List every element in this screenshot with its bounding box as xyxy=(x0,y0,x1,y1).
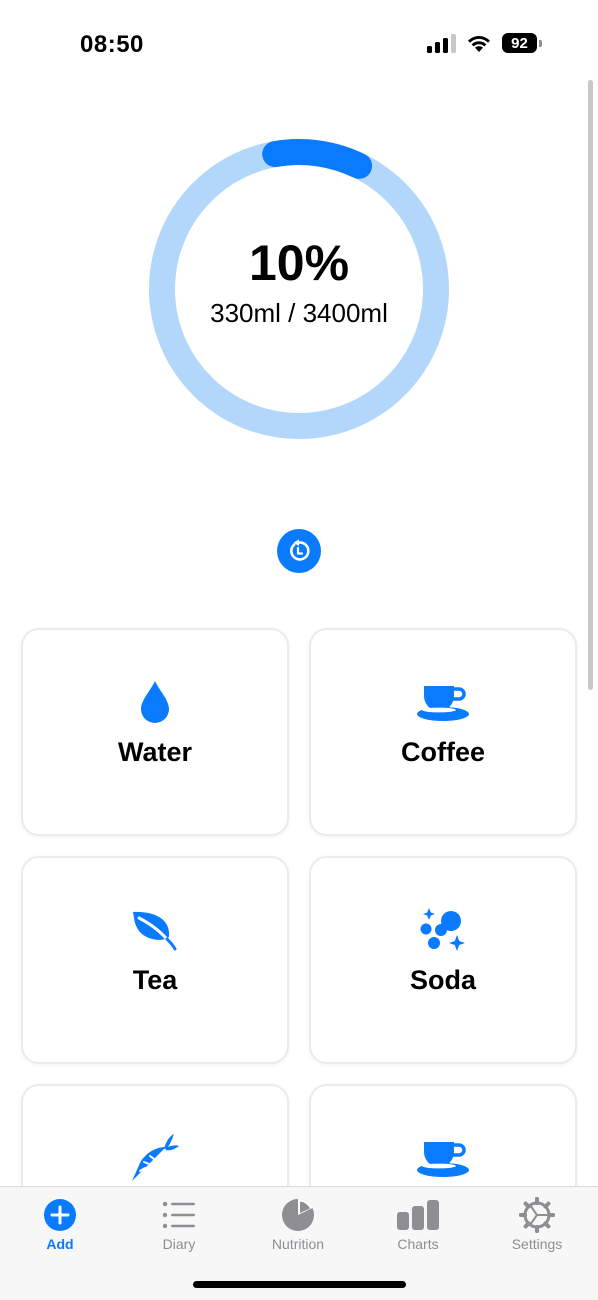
drink-card-soda[interactable]: Soda xyxy=(309,856,577,1064)
tab-label: Add xyxy=(46,1236,74,1252)
scrollbar[interactable] xyxy=(588,80,593,690)
cellular-signal-icon xyxy=(427,33,456,53)
drink-label: Water xyxy=(117,737,192,767)
drink-label: Soda xyxy=(409,965,476,995)
tab-label: Diary xyxy=(162,1236,196,1252)
drink-card-coffee[interactable]: Coffee xyxy=(309,628,577,836)
tab-nutrition[interactable]: Nutrition xyxy=(238,1197,358,1257)
water-drop-icon xyxy=(141,681,169,723)
coffee-cup-icon xyxy=(417,686,469,721)
list-icon xyxy=(162,1201,195,1229)
hydration-progress-ring: 10% 330ml / 3400ml xyxy=(148,138,450,440)
drink-label: Tea xyxy=(132,965,178,995)
tab-diary[interactable]: Diary xyxy=(119,1197,239,1257)
tab-charts[interactable]: Charts xyxy=(358,1197,478,1257)
wifi-icon xyxy=(468,36,490,52)
tab-label: Charts xyxy=(397,1236,439,1252)
status-bar: 08:50 92 xyxy=(0,0,598,90)
status-time: 08:50 xyxy=(80,31,144,58)
reset-arrow-icon xyxy=(290,539,310,561)
leaf-icon xyxy=(133,911,177,951)
drink-label: Coffee xyxy=(400,737,485,767)
tab-add[interactable]: Add xyxy=(0,1197,120,1257)
reset-button[interactable] xyxy=(277,529,321,573)
bar-chart-icon xyxy=(397,1200,439,1230)
tab-label: Nutrition xyxy=(271,1236,325,1252)
battery-icon: 92 xyxy=(502,33,542,53)
drink-card-water[interactable]: Water xyxy=(21,628,289,836)
tab-label: Settings xyxy=(511,1236,563,1252)
cup-icon xyxy=(417,1142,469,1177)
progress-amount: 330ml / 3400ml xyxy=(210,297,388,328)
carrot-icon xyxy=(132,1134,179,1181)
gear-icon xyxy=(519,1197,555,1233)
home-indicator[interactable] xyxy=(193,1281,406,1288)
tab-settings[interactable]: Settings xyxy=(477,1197,597,1257)
progress-percent: 10% xyxy=(248,234,350,291)
add-circle-icon xyxy=(44,1199,76,1231)
pie-chart-icon xyxy=(282,1198,314,1231)
battery-level: 92 xyxy=(502,33,537,53)
drink-card-tea[interactable]: Tea xyxy=(21,856,289,1064)
status-icons: 92 xyxy=(427,33,542,53)
bubbles-icon xyxy=(420,908,465,951)
